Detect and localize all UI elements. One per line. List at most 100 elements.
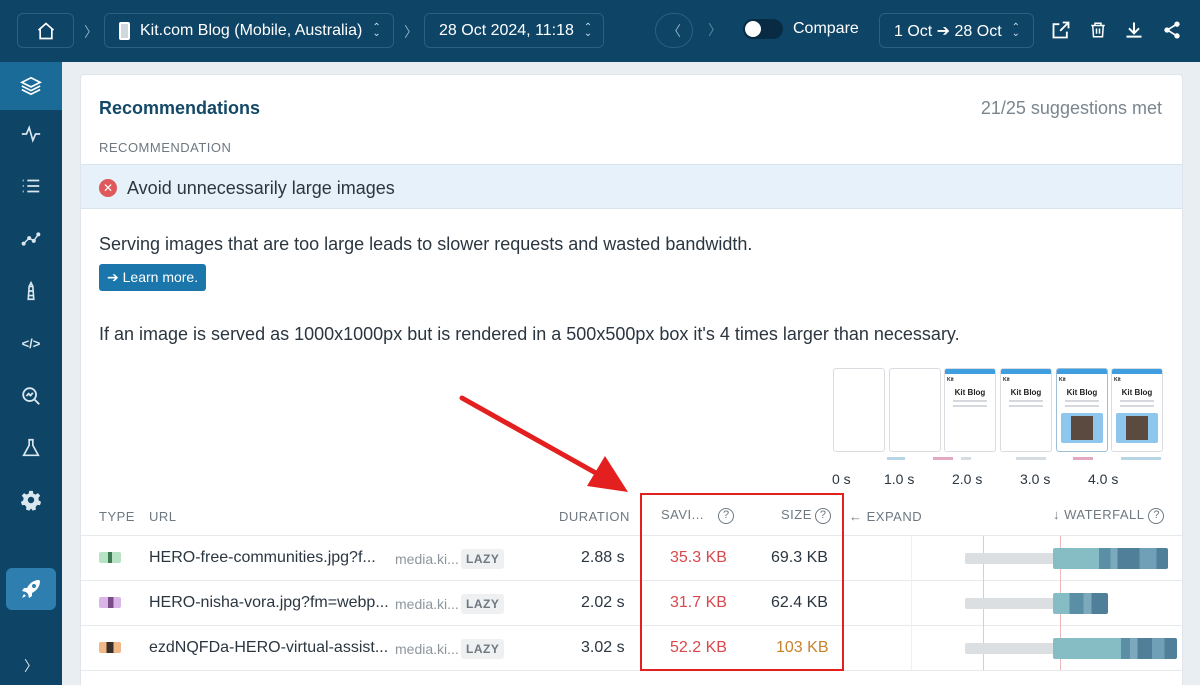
sidebar-expand-button[interactable]: 〉 <box>0 642 62 685</box>
frame-kit-label: Kit <box>1059 377 1066 383</box>
column-duration[interactable]: DURATION <box>559 509 630 524</box>
scatter-icon <box>21 232 41 246</box>
pulse-icon <box>21 125 41 143</box>
gear-icon <box>20 490 42 511</box>
filmstrip-frame[interactable] <box>833 368 885 452</box>
frame-kit-label: Kit <box>1114 377 1121 383</box>
sidebar-item-lighthouse[interactable] <box>0 267 62 315</box>
image-type-icon <box>99 597 121 608</box>
chevron-left-icon: 〈 <box>667 22 681 39</box>
recommendation-header: RECOMMENDATION <box>99 140 232 155</box>
url-cell[interactable]: ezdNQFDa-HERO-virtual-assist... <box>149 639 388 657</box>
compare-toggle[interactable]: Compare <box>743 19 859 39</box>
timeline-label: 0 s <box>832 471 851 487</box>
download-icon <box>1126 22 1142 38</box>
toggle-switch[interactable] <box>743 19 783 39</box>
filmstrip-frame[interactable]: Kit Kit Blog <box>944 368 996 452</box>
duration-cell: 2.88 s <box>581 549 625 566</box>
column-waterfall[interactable]: ↓ WATERFALL? <box>1053 507 1165 524</box>
open-external-button[interactable] <box>1051 20 1071 40</box>
test-date: 28 Oct 2024, 11:18 <box>439 21 574 39</box>
download-button[interactable] <box>1124 20 1144 40</box>
sidebar-item-analysis[interactable] <box>0 372 62 420</box>
mobile-icon <box>119 21 130 40</box>
column-url[interactable]: URL <box>149 509 177 524</box>
date-range-selector[interactable]: 1 Oct ➔ 28 Oct ⌃ ⌄ <box>879 13 1034 48</box>
recommendation-title: Avoid unnecessarily large images <box>127 178 395 198</box>
test-date-selector[interactable]: 28 Oct 2024, 11:18 ⌃ ⌄ <box>424 13 604 48</box>
rocket-icon <box>22 580 40 598</box>
trash-icon <box>1091 22 1105 38</box>
external-link-icon <box>1052 21 1070 39</box>
previous-test-button[interactable]: 〈 <box>655 13 693 48</box>
filmstrip-frame[interactable]: Kit Kit Blog <box>1000 368 1052 452</box>
lighthouse-icon <box>27 280 35 301</box>
sidebar-item-overview[interactable] <box>0 62 62 110</box>
compare-label: Compare <box>793 20 859 37</box>
sidebar-item-settings[interactable] <box>0 476 62 524</box>
annotation-highlight-box <box>640 493 844 671</box>
url-cell[interactable]: HERO-free-communities.jpg?f... <box>149 549 376 567</box>
help-icon[interactable]: ? <box>1148 507 1165 524</box>
sidebar-item-requests[interactable] <box>0 162 62 210</box>
lazy-badge: LAZY <box>461 549 505 569</box>
expand-button[interactable]: ← EXPAND <box>849 509 922 524</box>
flask-icon <box>22 438 40 457</box>
sidebar-item-code[interactable]: </> <box>0 319 62 367</box>
timeline-label: 3.0 s <box>1020 471 1051 487</box>
delete-button[interactable] <box>1089 20 1107 40</box>
recommendation-explanation: If an image is served as 1000x1000px but… <box>99 324 960 344</box>
waterfall-bar <box>1053 593 1108 614</box>
recommendation-description: Serving images that are too large leads … <box>99 234 753 254</box>
top-bar: 〉 Kit.com Blog (Mobile, Australia) ⌃ ⌄ 〉 … <box>0 0 1200 62</box>
learn-more-button[interactable]: ➔ Learn more. <box>99 264 207 291</box>
next-test-button[interactable]: 〉 <box>708 20 722 40</box>
home-button[interactable] <box>17 13 74 48</box>
chevron-right-icon: 〉 <box>84 24 98 40</box>
page-selector[interactable]: Kit.com Blog (Mobile, Australia) ⌃ ⌄ <box>104 13 394 48</box>
frame-blog-title: Kit Blog <box>954 388 986 397</box>
sidebar-item-experiments[interactable] <box>0 424 62 472</box>
chevron-updown-icon: ⌃ ⌄ <box>372 21 381 39</box>
sidebar: </> 〉 <box>0 62 62 685</box>
sidebar-item-rocket[interactable] <box>0 565 62 613</box>
domain-cell: media.ki... <box>395 641 459 657</box>
search-chart-icon <box>22 387 40 405</box>
column-type[interactable]: TYPE <box>99 509 135 524</box>
image-type-icon <box>99 552 121 563</box>
frame-blog-title: Kit Blog <box>1010 388 1042 397</box>
url-cell[interactable]: HERO-nisha-vora.jpg?fm=webp... <box>149 594 389 612</box>
timeline-label: 2.0 s <box>952 471 983 487</box>
frame-blog-title: Kit Blog <box>1121 388 1153 397</box>
frame-blog-title: Kit Blog <box>1066 388 1098 397</box>
chevron-right-icon: 〉 <box>708 22 722 38</box>
recommendation-row[interactable]: ✕ Avoid unnecessarily large images <box>81 164 1182 209</box>
panel-title: Recommendations <box>99 98 261 118</box>
filmstrip-frame[interactable]: Kit Kit Blog <box>1056 368 1108 452</box>
share-button[interactable] <box>1162 20 1182 40</box>
sidebar-item-vitals[interactable] <box>0 110 62 158</box>
frame-kit-label: Kit <box>1003 377 1010 383</box>
filmstrip-frame[interactable] <box>889 368 941 452</box>
page-name: Kit.com Blog (Mobile, Australia) <box>140 21 363 39</box>
column-waterfall-label: ↓ WATERFALL <box>1053 507 1145 522</box>
chevron-updown-icon: ⌃ ⌄ <box>583 21 593 39</box>
chevron-right-icon: 〉 <box>24 658 38 674</box>
home-icon <box>37 21 54 39</box>
layers-icon <box>20 76 42 96</box>
waterfall-bar <box>1053 548 1168 569</box>
domain-cell: media.ki... <box>395 551 459 567</box>
waterfall-bar <box>1053 638 1177 659</box>
sidebar-item-trends[interactable] <box>0 215 62 263</box>
lazy-badge: LAZY <box>461 639 505 659</box>
suggestions-met: 21/25 suggestions met <box>980 98 1162 118</box>
code-icon: </> <box>21 335 41 351</box>
timeline-label: 1.0 s <box>884 471 915 487</box>
chevron-updown-icon: ⌃ ⌄ <box>1011 21 1021 39</box>
chevron-right-icon: 〉 <box>404 24 418 40</box>
timeline-label: 4.0 s <box>1088 471 1119 487</box>
duration-cell: 3.02 s <box>581 639 625 656</box>
domain-cell: media.ki... <box>395 596 459 612</box>
filmstrip-frame[interactable]: Kit Kit Blog <box>1111 368 1163 452</box>
share-icon <box>1164 21 1180 39</box>
